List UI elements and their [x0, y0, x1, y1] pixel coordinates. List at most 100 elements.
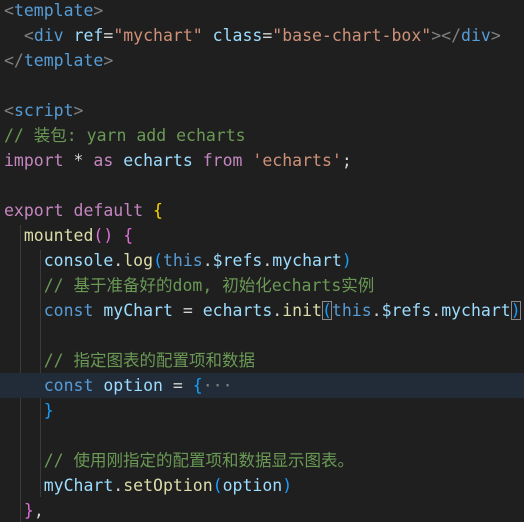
code-line[interactable]: // 使用刚指定的配置项和数据显示图表。 [0, 448, 524, 473]
code-token: class [212, 26, 263, 45]
code-token: , [33, 501, 44, 520]
code-token: from [202, 151, 243, 170]
code-token: echarts [123, 151, 193, 170]
code-token: . [262, 251, 273, 270]
code-line[interactable]: const myChart = echarts.init(this.$refs.… [0, 298, 524, 323]
code-token: ( [212, 476, 223, 495]
code-token: = [182, 301, 193, 320]
code-token: = [262, 26, 273, 45]
code-token: mounted [23, 226, 94, 245]
code-token: . [113, 251, 124, 270]
code-token: { [123, 226, 134, 245]
code-token: = [172, 376, 183, 395]
code-token: ) [341, 251, 352, 270]
code-token: { [153, 201, 163, 220]
code-line[interactable]: }, [0, 498, 524, 522]
code-token: . [272, 301, 283, 320]
code-line[interactable]: // 装包: yarn add echarts [0, 123, 524, 148]
code-token: . [202, 251, 213, 270]
code-line[interactable]: const option = {··· [0, 373, 524, 398]
code-token: console [43, 251, 114, 270]
code-token: this [331, 301, 372, 320]
code-token: this [162, 251, 203, 270]
code-token: < [4, 101, 14, 120]
code-token: $refs [212, 251, 263, 270]
code-token: ></ [431, 26, 462, 45]
code-token: ref [73, 26, 104, 45]
code-line[interactable]: mounted() { [0, 223, 524, 248]
code-token: div [461, 26, 491, 45]
code-token: div [33, 26, 64, 45]
code-line[interactable]: // 基于准备好的dom, 初始化echarts实例 [0, 273, 524, 298]
code-line[interactable]: </template> [0, 48, 524, 73]
code-line[interactable] [0, 423, 524, 448]
code-token: ( [153, 251, 163, 270]
code-line[interactable] [0, 73, 524, 98]
code-token: ··· [202, 376, 233, 395]
code-line[interactable]: <script> [0, 98, 524, 123]
code-token: ; [341, 151, 352, 170]
code-token: > [73, 101, 84, 120]
code-token: "base-chart-box" [272, 26, 432, 45]
code-line[interactable]: // 指定图表的配置项和数据 [0, 348, 524, 373]
code-token: = [103, 26, 114, 45]
code-token: import [4, 151, 64, 170]
code-token: } [23, 501, 34, 520]
code-token: // 基于准备好的dom, 初始化echarts实例 [43, 276, 375, 295]
code-token: "mychart" [113, 26, 203, 45]
code-line[interactable]: <template> [0, 0, 524, 23]
code-token: // 装包: yarn add echarts [4, 126, 246, 145]
code-token: default [73, 201, 144, 220]
code-token: // 使用刚指定的配置项和数据显示图表。 [43, 451, 355, 470]
code-line[interactable]: myChart.setOption(option) [0, 473, 524, 498]
code-token: ( [321, 301, 332, 320]
code-token: { [192, 376, 203, 395]
code-token: template [23, 51, 104, 70]
code-editor[interactable]: <template> <div ref="mychart" class="bas… [0, 0, 524, 522]
code-token: mychart [441, 301, 511, 320]
code-token: setOption [123, 476, 213, 495]
code-token: ) [510, 301, 521, 320]
code-token: const [43, 376, 94, 395]
code-line[interactable]: console.log(this.$refs.mychart) [0, 248, 524, 273]
code-line[interactable] [0, 173, 524, 198]
code-line[interactable]: <div ref="mychart" class="base-chart-box… [0, 23, 524, 48]
code-line[interactable]: import * as echarts from 'echarts'; [0, 148, 524, 173]
code-token: export [4, 201, 64, 220]
code-token: . [431, 301, 442, 320]
code-token: . [371, 301, 382, 320]
code-token: < [23, 26, 34, 45]
code-token: option [103, 376, 163, 395]
code-token: script [13, 101, 74, 120]
code-token: > [103, 51, 114, 70]
code-line[interactable] [0, 323, 524, 348]
code-token: ) [282, 476, 293, 495]
code-token: () [93, 226, 114, 245]
code-token: template [13, 1, 94, 20]
code-line[interactable]: } [0, 398, 524, 423]
code-token: . [113, 476, 124, 495]
code-token: myChart [103, 301, 173, 320]
code-line[interactable]: export default { [0, 198, 524, 223]
